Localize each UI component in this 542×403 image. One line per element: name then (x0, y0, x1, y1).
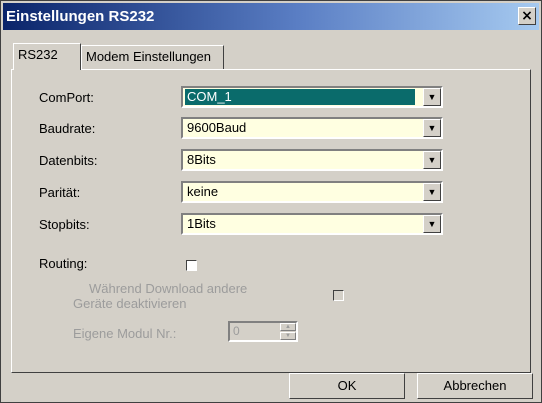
baudrate-dropdown-arrow-icon[interactable]: ▼ (423, 119, 441, 137)
module-number-value: 0 (233, 324, 240, 338)
routing-checkbox[interactable] (186, 260, 197, 271)
datenbits-select[interactable]: 8Bits ▼ (181, 149, 443, 171)
deactivate-label-line2: Geräte deaktivieren (73, 296, 187, 311)
comport-label: ComPort: (39, 90, 94, 105)
paritaet-value: keine (187, 184, 219, 199)
deactivate-label-line1: Während Download andere (89, 281, 248, 296)
baudrate-select[interactable]: 9600Baud ▼ (181, 117, 443, 139)
settings-dialog: Einstellungen RS232 × RS232 Modem Einste… (0, 0, 542, 403)
spin-up-icon[interactable]: ▲ (280, 323, 296, 331)
ok-button[interactable]: OK (289, 373, 405, 399)
module-label: Eigene Modul Nr.: (73, 326, 177, 341)
datenbits-dropdown-arrow-icon[interactable]: ▼ (423, 151, 441, 169)
baudrate-label: Baudrate: (39, 121, 96, 136)
paritaet-dropdown-arrow-icon[interactable]: ▼ (423, 183, 441, 201)
paritaet-select[interactable]: keine ▼ (181, 181, 443, 203)
cancel-button[interactable]: Abbrechen (417, 373, 533, 399)
window-title: Einstellungen RS232 (6, 8, 155, 25)
stopbits-dropdown-arrow-icon[interactable]: ▼ (423, 215, 441, 233)
deactivate-checkbox[interactable] (333, 290, 344, 301)
comport-value: COM_1 (185, 89, 415, 105)
stopbits-value: 1Bits (187, 216, 216, 231)
close-button[interactable]: × (518, 7, 536, 25)
spin-down-icon[interactable]: ▼ (280, 332, 296, 340)
title-bar: Einstellungen RS232 × (3, 3, 539, 30)
datenbits-value: 8Bits (187, 152, 216, 167)
tab-modem-label: Modem Einstellungen (86, 49, 212, 64)
stopbits-select[interactable]: 1Bits ▼ (181, 213, 443, 235)
spinner-buttons: ▲ ▼ (280, 323, 296, 340)
comport-dropdown-arrow-icon[interactable]: ▼ (423, 88, 441, 106)
tab-rs232-label: RS232 (18, 47, 58, 62)
stopbits-label: Stopbits: (39, 217, 90, 232)
tab-modem-einstellungen[interactable]: Modem Einstellungen (81, 45, 224, 69)
baudrate-value: 9600Baud (187, 120, 247, 135)
datenbits-label: Datenbits: (39, 153, 98, 168)
tab-rs232[interactable]: RS232 (13, 43, 81, 70)
paritaet-label: Parität: (39, 185, 81, 200)
routing-label: Routing: (39, 256, 88, 271)
comport-select[interactable]: COM_1 ▼ (181, 86, 443, 108)
module-number-spinner[interactable]: 0 ▲ ▼ (228, 321, 298, 342)
